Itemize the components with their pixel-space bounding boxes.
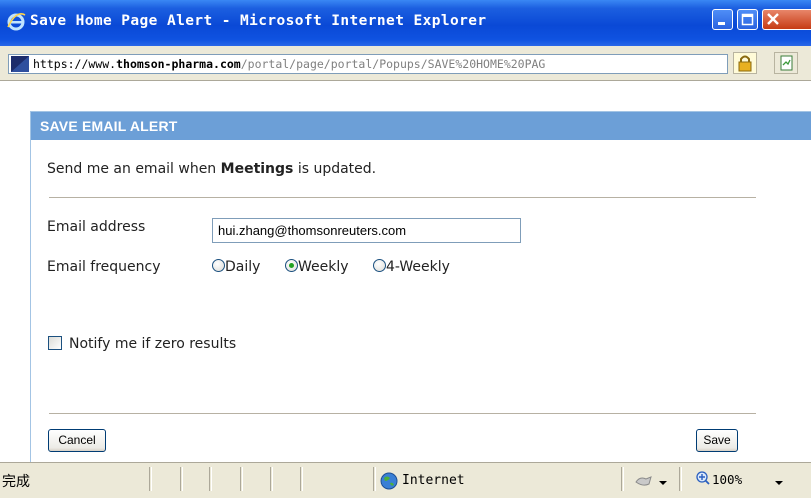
minimize-button[interactable] xyxy=(712,9,733,30)
page-report-icon[interactable] xyxy=(774,52,798,74)
status-divider xyxy=(270,467,273,491)
radio-checked-icon xyxy=(285,259,298,272)
security-lock-icon[interactable] xyxy=(733,52,757,74)
window-title-bar[interactable]: Save Home Page Alert - Microsoft Interne… xyxy=(0,0,811,46)
protected-mode-icon[interactable] xyxy=(634,472,654,490)
intro-subject: Meetings xyxy=(220,161,294,177)
window-title: Save Home Page Alert - Microsoft Interne… xyxy=(30,13,487,29)
email-field[interactable]: hui.zhang@thomsonreuters.com xyxy=(212,218,521,243)
status-divider xyxy=(149,467,152,491)
status-bar: 完成 Internet 100% xyxy=(0,462,811,498)
dialog-header: SAVE EMAIL ALERT xyxy=(31,112,811,140)
internet-globe-icon xyxy=(380,472,398,490)
status-text: 完成 xyxy=(2,474,30,490)
chevron-down-icon[interactable] xyxy=(659,481,667,485)
address-field[interactable]: https://www.thomson-pharma.com/portal/pa… xyxy=(8,54,728,74)
zoom-icon[interactable] xyxy=(696,471,710,485)
zoom-level[interactable]: 100% xyxy=(712,472,742,487)
intro-text: Send me an email when Meetings is update… xyxy=(47,161,377,177)
close-icon xyxy=(767,13,779,25)
save-email-alert-dialog: SAVE EMAIL ALERT Send me an email when M… xyxy=(30,111,811,462)
status-divider xyxy=(373,467,376,491)
site-favicon-icon xyxy=(11,56,29,72)
address-url: https://www.thomson-pharma.com/portal/pa… xyxy=(33,57,546,71)
maximize-icon xyxy=(741,13,754,26)
status-divider xyxy=(209,467,212,491)
divider xyxy=(49,413,756,414)
internet-explorer-icon xyxy=(7,13,26,31)
save-button[interactable]: Save xyxy=(696,429,738,452)
status-divider xyxy=(300,467,303,491)
frequency-label: Email frequency xyxy=(47,259,161,275)
email-label: Email address xyxy=(47,219,146,235)
address-bar: https://www.thomson-pharma.com/portal/pa… xyxy=(0,46,811,81)
frequency-4-weekly-radio[interactable]: 4-Weekly xyxy=(373,259,450,277)
frequency-weekly-radio[interactable]: Weekly xyxy=(285,259,349,277)
radio-unchecked-icon xyxy=(373,259,386,272)
minimize-icon xyxy=(718,22,725,25)
status-divider xyxy=(180,467,183,491)
close-button[interactable] xyxy=(762,9,811,30)
cancel-button[interactable]: Cancel xyxy=(48,429,106,452)
maximize-button[interactable] xyxy=(737,9,758,30)
frequency-daily-radio[interactable]: Daily xyxy=(212,259,260,277)
chevron-down-icon[interactable] xyxy=(775,481,783,485)
dialog-title: SAVE EMAIL ALERT xyxy=(40,118,178,134)
notify-zero-results-checkbox[interactable] xyxy=(48,336,62,350)
status-divider xyxy=(240,467,243,491)
page-content: SAVE EMAIL ALERT Send me an email when M… xyxy=(0,81,811,462)
notify-zero-results-label[interactable]: Notify me if zero results xyxy=(69,336,236,352)
status-divider xyxy=(679,467,682,491)
status-divider xyxy=(621,467,624,491)
radio-unchecked-icon xyxy=(212,259,225,272)
divider xyxy=(49,197,756,198)
security-zone-label: Internet xyxy=(402,473,465,488)
